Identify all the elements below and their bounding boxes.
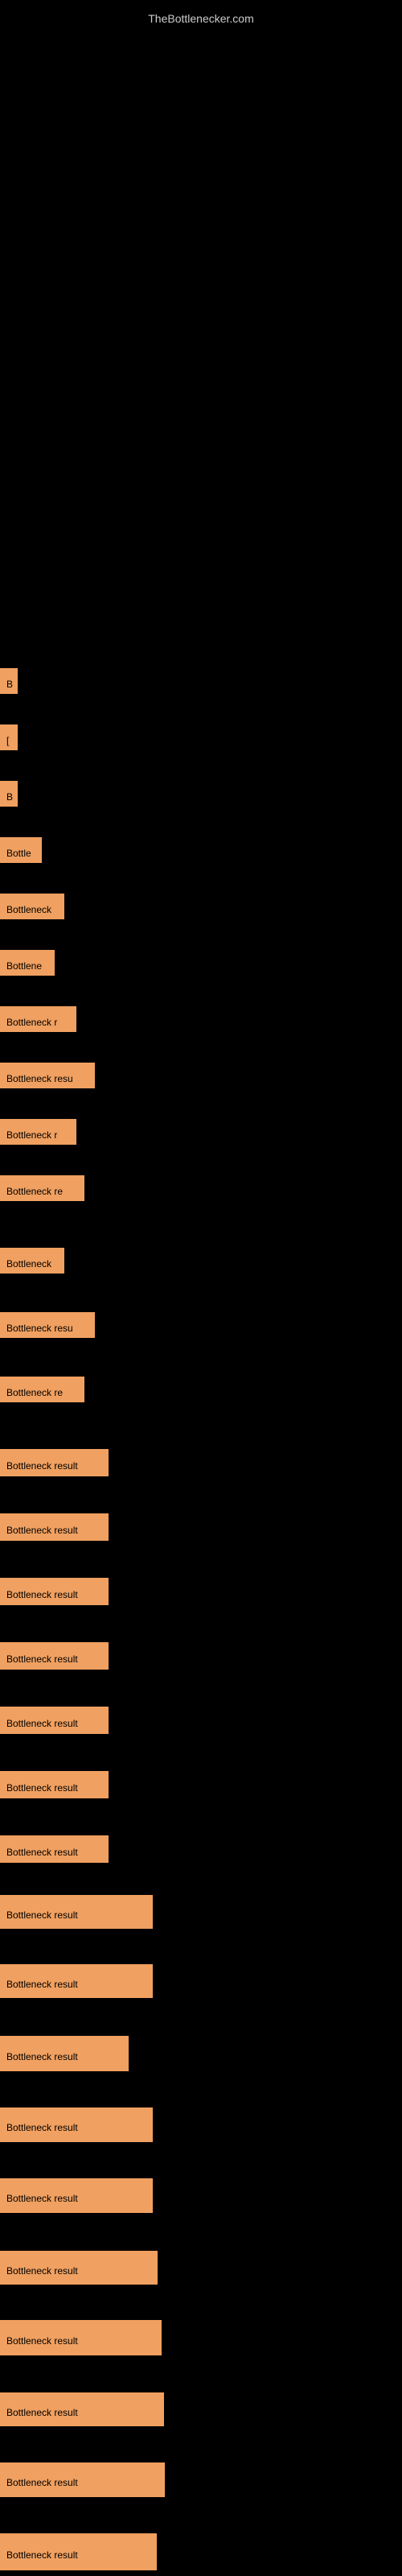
bottleneck-result-item[interactable]: Bottle (0, 837, 42, 863)
bottleneck-result-item[interactable]: Bottleneck result (0, 1642, 109, 1670)
bottleneck-result-item[interactable]: Bottleneck re (0, 1377, 84, 1402)
bottleneck-result-item[interactable]: Bottleneck result (0, 1964, 153, 1998)
bottleneck-result-item[interactable]: Bottleneck result (0, 2178, 153, 2213)
bottleneck-result-item[interactable]: Bottleneck (0, 894, 64, 919)
bottleneck-result-item[interactable]: Bottleneck resu (0, 1063, 95, 1088)
bottleneck-result-item[interactable]: Bottleneck result (0, 1771, 109, 1798)
bottleneck-result-item[interactable]: Bottleneck result (0, 2107, 153, 2142)
bottleneck-result-item[interactable]: Bottleneck result (0, 1707, 109, 1734)
bottleneck-result-item[interactable]: B (0, 781, 18, 807)
bottleneck-result-item[interactable]: Bottleneck result (0, 2462, 165, 2497)
site-title: TheBottlenecker.com (0, 4, 402, 29)
bottleneck-result-item[interactable]: Bottleneck result (0, 2320, 162, 2355)
bottleneck-result-item[interactable]: Bottleneck result (0, 2036, 129, 2071)
bottleneck-result-item[interactable]: Bottleneck result (0, 2533, 157, 2570)
bottleneck-result-item[interactable]: Bottleneck re (0, 1175, 84, 1201)
bottleneck-result-item[interactable]: Bottleneck result (0, 1578, 109, 1605)
bottleneck-result-item[interactable]: Bottleneck result (0, 1449, 109, 1476)
bottleneck-result-item[interactable]: Bottleneck result (0, 1513, 109, 1541)
bottleneck-result-item[interactable]: Bottlene (0, 950, 55, 976)
bottleneck-result-item[interactable]: Bottleneck resu (0, 1312, 95, 1338)
bottleneck-result-item[interactable]: Bottleneck (0, 1248, 64, 1274)
bottleneck-result-item[interactable]: B (0, 668, 18, 694)
bottleneck-result-item[interactable]: Bottleneck r (0, 1006, 76, 1032)
bottleneck-result-item[interactable]: Bottleneck result (0, 2251, 158, 2285)
bottleneck-result-item[interactable]: [ (0, 724, 18, 750)
bottleneck-result-item[interactable]: Bottleneck r (0, 1119, 76, 1145)
bottleneck-result-item[interactable]: Bottleneck result (0, 2392, 164, 2426)
bottleneck-result-item[interactable]: Bottleneck result (0, 1895, 153, 1929)
bottleneck-result-item[interactable]: Bottleneck result (0, 1835, 109, 1863)
